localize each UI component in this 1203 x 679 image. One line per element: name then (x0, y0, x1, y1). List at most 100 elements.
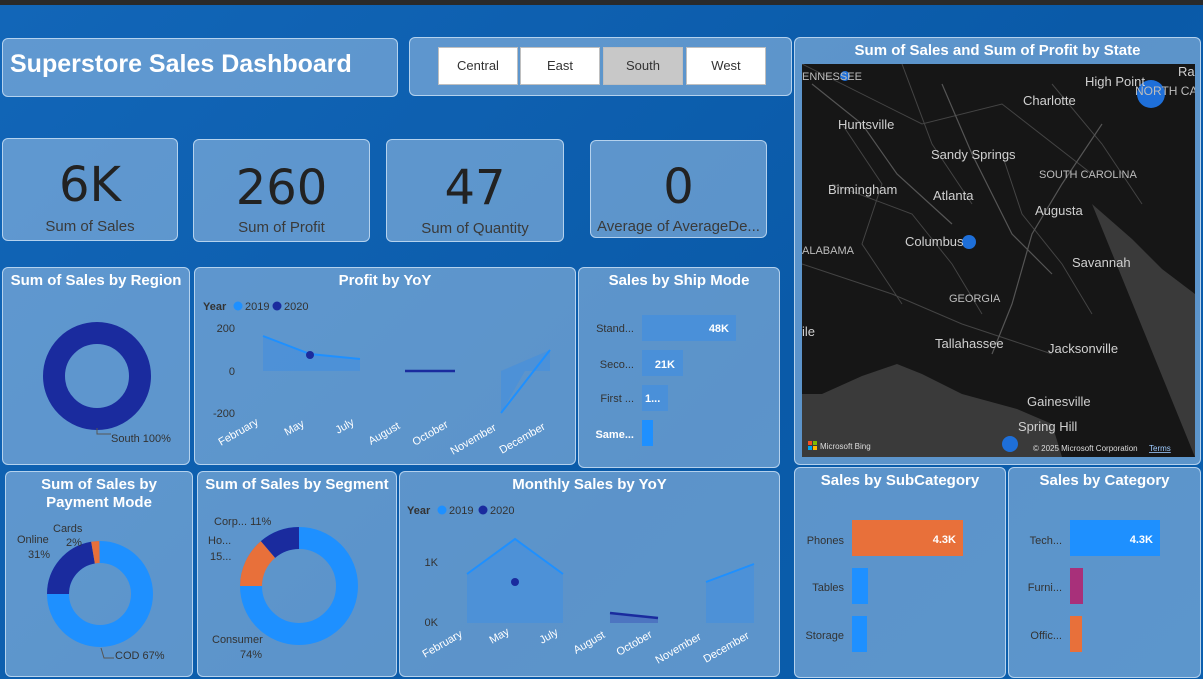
bar-label: First ... (600, 393, 634, 405)
slicer-central-button[interactable]: Central (438, 47, 518, 85)
bar-label: Storage (805, 630, 844, 642)
slice-label: 2% (66, 537, 82, 549)
donut-slice-home-office[interactable] (240, 541, 276, 587)
x-tick: February (421, 628, 466, 661)
slice-label: 15... (210, 551, 231, 563)
svg-text:Sandy Springs: Sandy Springs (931, 147, 1016, 162)
svg-text:Gainesville: Gainesville (1027, 394, 1091, 409)
ship-mode-bars: Stand... 48K Seco... 21K First ... 1... … (595, 315, 736, 446)
slice-label: Ho... (208, 535, 231, 547)
svg-text:Tallahassee: Tallahassee (935, 336, 1004, 351)
slice-label: Consumer (212, 634, 263, 646)
bar-tables[interactable] (852, 568, 868, 604)
bar-label: Offic... (1030, 630, 1062, 642)
donut-slice-online[interactable] (47, 541, 96, 595)
slicer-west-button[interactable]: West (686, 47, 766, 85)
legend-2019[interactable]: 2019 (245, 301, 269, 313)
x-tick: October (615, 628, 655, 658)
legend-2019-marker (437, 505, 447, 515)
legend-2020-marker (272, 301, 282, 311)
state-bubble-georgia[interactable] (962, 235, 976, 249)
kpi-label: Average of AverageDe... (597, 218, 760, 235)
subcategory-bars: Phones 4.3K Tables Storage (805, 520, 963, 652)
x-tick: February (217, 416, 262, 449)
x-tick: May (488, 626, 512, 647)
bar-value: 4.3K (933, 534, 956, 546)
slice-label: COD 67% (115, 650, 165, 662)
bar-value: 21K (655, 359, 675, 371)
map-terms-link[interactable]: Terms (1149, 444, 1171, 453)
slice-label: Corp... 11% (214, 516, 271, 528)
kpi-value: 47 (444, 160, 506, 216)
slicer-east-button[interactable]: East (520, 47, 600, 85)
y-tick: 200 (217, 323, 235, 335)
svg-text:Birmingham: Birmingham (828, 182, 897, 197)
bar-storage[interactable] (852, 616, 867, 652)
svg-text:ile: ile (802, 324, 815, 339)
y-tick: 0K (425, 617, 439, 629)
y-tick: 0 (229, 366, 235, 378)
legend-2020[interactable]: 2020 (284, 301, 308, 313)
bar-label: Tech... (1030, 535, 1062, 547)
bar-same-day[interactable] (642, 420, 653, 446)
svg-text:Jacksonville: Jacksonville (1048, 341, 1118, 356)
bar-label: Same... (595, 429, 634, 441)
kpi-card-profit[interactable]: 260 Sum of Profit (193, 139, 370, 242)
svg-text:Huntsville: Huntsville (838, 117, 894, 132)
legend-title: Year (407, 505, 431, 517)
donut-slice-south[interactable] (43, 322, 151, 430)
legend-2019-marker (233, 301, 243, 311)
svg-text:Atlanta: Atlanta (933, 188, 974, 203)
kpi-card-average[interactable]: 0 Average of AverageDe... (590, 140, 767, 238)
bar-office-supplies[interactable] (1070, 616, 1082, 652)
x-tick: November (449, 422, 499, 458)
donut-slice-corporate[interactable] (260, 527, 300, 559)
slice-label: South 100% (111, 433, 171, 445)
x-tick: May (283, 418, 307, 439)
region-donut: South 100% (43, 322, 171, 445)
y-tick: 1K (425, 557, 439, 569)
profit-line-area: Year 2019 2020 200 0 -200 February May J… (203, 301, 551, 458)
x-tick: December (498, 421, 548, 457)
payment-donut: Cards 2% Online 31% COD 67% (17, 523, 165, 662)
svg-text:NORTH CA: NORTH CA (1135, 84, 1195, 98)
sales-by-region-chart[interactable]: Sum of Sales by Region South 100% (2, 267, 190, 465)
bar-label: Furni... (1028, 582, 1062, 594)
bar-value: 48K (709, 323, 729, 335)
bing-map[interactable]: ENNESSEE High Point NORTH CA Ra Charlott… (802, 64, 1195, 457)
svg-text:Augusta: Augusta (1035, 203, 1083, 218)
kpi-label: Sum of Sales (45, 218, 135, 235)
bar-furniture[interactable] (1070, 568, 1083, 604)
monthly-sales-by-yoy-chart[interactable]: Monthly Sales by YoY Year 2019 2020 1K 0… (399, 471, 780, 677)
svg-text:ENNESSEE: ENNESSEE (802, 71, 862, 83)
svg-text:Columbus: Columbus (905, 234, 964, 249)
slice-label: Online (17, 534, 49, 546)
kpi-label: Sum of Quantity (421, 220, 529, 237)
legend-title: Year (203, 301, 227, 313)
kpi-card-sales[interactable]: 6K Sum of Sales (2, 138, 178, 241)
sales-by-subcategory-chart[interactable]: Sales by SubCategory Phones 4.3K Tables … (794, 467, 1006, 678)
point-may[interactable] (306, 351, 314, 359)
donut-slice-cards[interactable] (91, 541, 100, 564)
bar-value: 1... (645, 393, 660, 405)
sales-by-ship-mode-chart[interactable]: Sales by Ship Mode Stand... 48K Seco... … (578, 267, 780, 468)
profit-by-yoy-chart[interactable]: Profit by YoY Year 2019 2020 200 0 -200 … (194, 267, 576, 465)
svg-text:Ra: Ra (1178, 64, 1195, 79)
sales-by-payment-mode-chart[interactable]: Sum of Sales by Payment Mode Cards 2% On… (5, 471, 193, 677)
legend-2020[interactable]: 2020 (490, 505, 514, 517)
x-tick: August (367, 420, 403, 448)
point-may[interactable] (511, 578, 519, 586)
area-2019-nov-dec-bottom[interactable] (501, 371, 525, 413)
sales-by-category-chart[interactable]: Sales by Category Tech... 4.3K Furni... … (1008, 467, 1201, 678)
bing-attribution: Microsoft Bing (820, 442, 871, 451)
legend-2019[interactable]: 2019 (449, 505, 473, 517)
kpi-card-quantity[interactable]: 47 Sum of Quantity (386, 139, 564, 242)
page-title: Superstore Sales Dashboard (10, 50, 352, 78)
bar-label: Seco... (600, 359, 634, 371)
bar-value: 4.3K (1130, 534, 1153, 546)
slicer-south-button[interactable]: South (603, 47, 683, 85)
sales-by-segment-chart[interactable]: Sum of Sales by Segment Corp... 11% Ho..… (197, 471, 397, 677)
state-bubble-florida[interactable] (1002, 436, 1018, 452)
kpi-value: 0 (663, 159, 694, 215)
state-map-panel[interactable]: Sum of Sales and Sum of Profit by State … (794, 37, 1201, 465)
